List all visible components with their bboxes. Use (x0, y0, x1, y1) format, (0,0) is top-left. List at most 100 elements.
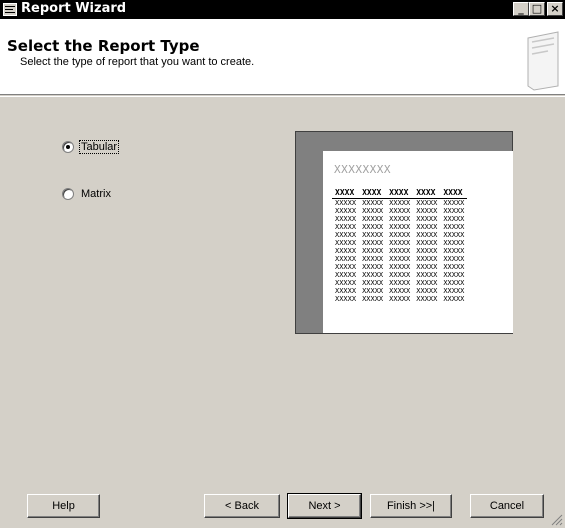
help-button[interactable]: Help (27, 494, 100, 518)
report-icon (3, 3, 17, 16)
close-icon[interactable]: × (547, 2, 563, 16)
preview-row: XXXXX XXXXX XXXXX XXXXX XXXXX (332, 231, 467, 239)
preview-cell: XXXXX (335, 287, 357, 295)
preview-cell: XXXXX (443, 255, 465, 263)
cancel-button[interactable]: Cancel (470, 494, 544, 518)
preview-cell: XXXXX (416, 207, 438, 215)
page-subtitle: Select the type of report that you want … (20, 56, 255, 68)
preview-cell: XXXXX (335, 223, 357, 231)
option-matrix[interactable]: Matrix (62, 186, 112, 202)
preview-cell: XXXXX (335, 231, 357, 239)
preview-report-title: XXXXXXXX (334, 163, 391, 176)
minimize-icon[interactable]: _ (513, 2, 529, 16)
header-divider (0, 96, 565, 97)
preview-row: XXXXX XXXXX XXXXX XXXXX XXXXX (332, 207, 467, 215)
preview-header-cell: XXXX (440, 188, 468, 199)
preview-header-cell: XXXX (386, 188, 414, 199)
finish-button-label: Finish >>| (386, 500, 436, 512)
preview-cell: XXXXX (362, 295, 384, 303)
preview-cell: XXXXX (335, 295, 357, 303)
option-matrix-label[interactable]: Matrix (80, 188, 112, 200)
preview-cell: XXXXX (443, 287, 465, 295)
preview-cell: XXXXX (389, 207, 411, 215)
preview-cell: XXXXX (335, 271, 357, 279)
preview-cell: XXXXX (389, 239, 411, 247)
preview-body: XXXXX XXXXX XXXXX XXXXX XXXXX XXXXX XXXXX XXXXX… (332, 199, 467, 303)
option-tabular-label[interactable]: Tabular (78, 140, 120, 154)
preview-cell: XXXXX (416, 263, 438, 271)
preview-cell: XXXXX (416, 239, 438, 247)
preview-cell: XXXXX (362, 207, 384, 215)
preview-cell: XXXXX (362, 231, 384, 239)
cancel-button-label: Cancel (489, 500, 525, 512)
preview-row: XXXXX XXXXX XXXXX XXXXX XXXXX (332, 263, 467, 271)
preview-cell: XXXXX (443, 279, 465, 287)
preview-row: XXXXX XXXXX XXXXX XXXXX XXXXX (332, 255, 467, 263)
preview-cell: XXXXX (362, 263, 384, 271)
preview-row: XXXXX XXXXX XXXXX XXXXX XXXXX (332, 199, 467, 208)
preview-row: XXXXX XXXXX XXXXX XXXXX XXXXX (332, 223, 467, 231)
preview-header-cell: XXXX (332, 188, 360, 199)
preview-cell: XXXXX (389, 287, 411, 295)
preview-cell: XXXXX (362, 199, 384, 207)
preview-cell: XXXXX (335, 239, 357, 247)
preview-cell: XXXXX (389, 255, 411, 263)
preview-cell: XXXXX (416, 231, 438, 239)
preview-cell: XXXXX (416, 199, 438, 207)
preview-table: XXXX XXXX XXXX XXXX XXXX XXXXX XXXXX XXXXX… (332, 188, 468, 303)
preview-cell: XXXXX (416, 295, 438, 303)
preview-cell: XXXXX (416, 255, 438, 263)
preview-cell: XXXXX (443, 247, 465, 255)
preview-cell: XXXXX (362, 271, 384, 279)
finish-button[interactable]: Finish >>| (370, 494, 452, 518)
preview-row: XXXXX XXXXX XXXXX XXXXX XXXXX (332, 295, 467, 303)
next-button[interactable]: Next > (287, 493, 362, 519)
preview-cell: XXXXX (335, 215, 357, 223)
preview-cell: XXXXX (389, 295, 411, 303)
preview-cell: XXXXX (416, 271, 438, 279)
preview-cell: XXXXX (416, 287, 438, 295)
radio-matrix[interactable] (62, 188, 74, 200)
preview-cell: XXXXX (362, 223, 384, 231)
preview-row: XXXXX XXXXX XXXXX XXXXX XXXXX (332, 271, 467, 279)
preview-cell: XXXXX (335, 247, 357, 255)
preview-cell: XXXXX (389, 199, 411, 207)
preview-cell: XXXXX (389, 263, 411, 271)
preview-row: XXXXX XXXXX XXXXX XXXXX XXXXX (332, 215, 467, 223)
preview-cell: XXXXX (335, 255, 357, 263)
preview-cell: XXXXX (443, 239, 465, 247)
maximize-icon[interactable]: □ (529, 2, 545, 16)
preview-row: XXXXX XXXXX XXXXX XXXXX XXXXX (332, 247, 467, 255)
resize-grip-icon[interactable] (551, 514, 563, 526)
preview-cell: XXXXX (362, 279, 384, 287)
preview-cell: XXXXX (335, 207, 357, 215)
preview-page: XXXXXXXX XXXX XXXX XXXX XXXX XXXX XXXXX X… (323, 151, 513, 333)
preview-cell: XXXXX (362, 287, 384, 295)
option-tabular[interactable]: Tabular (62, 139, 120, 155)
preview-cell: XXXXX (443, 271, 465, 279)
preview-cell: XXXXX (389, 271, 411, 279)
back-button[interactable]: < Back (204, 494, 280, 518)
preview-cell: XXXXX (443, 223, 465, 231)
preview-cell: XXXXX (416, 223, 438, 231)
preview-cell: XXXXX (335, 279, 357, 287)
radio-tabular[interactable] (62, 141, 74, 153)
document-icon (527, 31, 559, 91)
preview-header-row: XXXX XXXX XXXX XXXX XXXX (332, 188, 468, 199)
next-button-label: Next > (308, 500, 341, 512)
preview-cell: XXXXX (389, 223, 411, 231)
preview-header-cell: XXXX (413, 188, 441, 199)
page-title: Select the Report Type (7, 37, 200, 55)
preview-cell: XXXXX (389, 215, 411, 223)
preview-row: XXXXX XXXXX XXXXX XXXXX XXXXX (332, 239, 467, 247)
preview-cell: XXXXX (389, 279, 411, 287)
help-button-label: Help (52, 500, 75, 512)
preview-cell: XXXXX (416, 247, 438, 255)
preview-row: XXXXX XXXXX XXXXX XXXXX XXXXX (332, 279, 467, 287)
preview-cell: XXXXX (416, 279, 438, 287)
preview-cell: XXXXX (362, 247, 384, 255)
report-preview: XXXXXXXX XXXX XXXX XXXX XXXX XXXX XXXXX X… (295, 131, 513, 334)
preview-cell: XXXXX (389, 247, 411, 255)
preview-cell: XXXXX (335, 199, 357, 207)
preview-row: XXXXX XXXXX XXXXX XXXXX XXXXX (332, 287, 467, 295)
